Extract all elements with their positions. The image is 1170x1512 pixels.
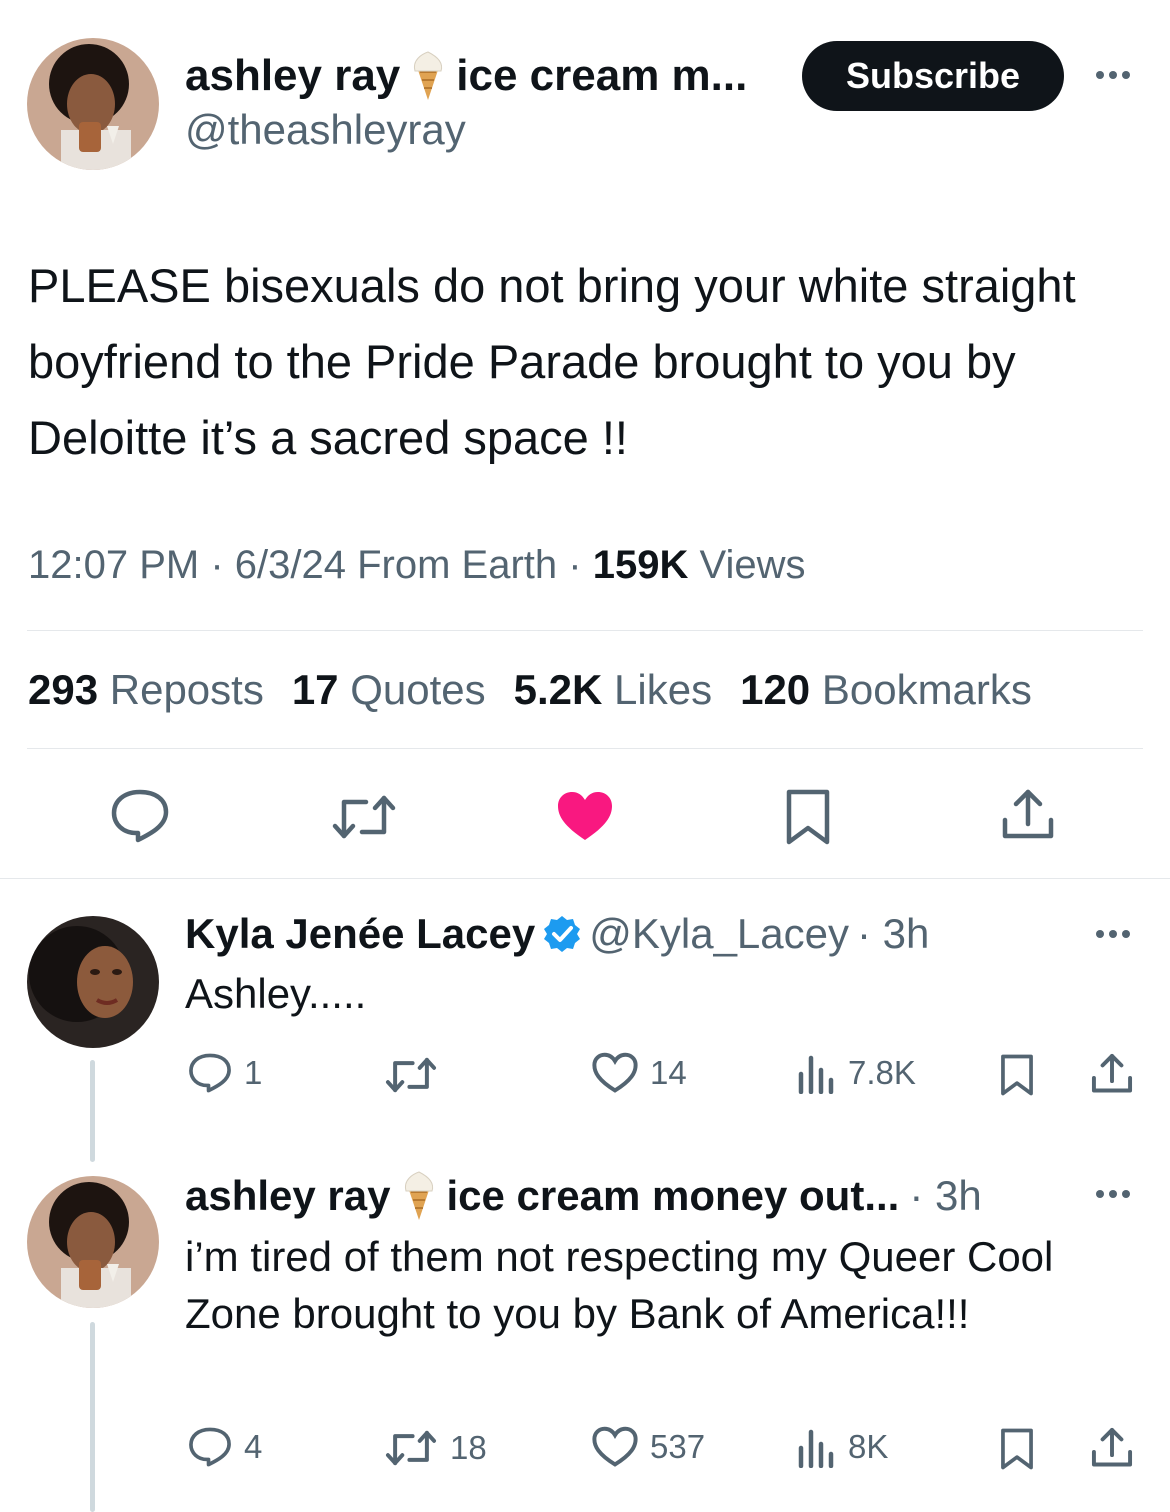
reply-action[interactable]: 1 <box>188 1052 262 1094</box>
subscribe-button[interactable]: Subscribe <box>802 41 1064 111</box>
stat-count: 5.2K <box>513 666 603 713</box>
more-options-icon[interactable] <box>1096 71 1130 79</box>
ice-cream-icon <box>410 50 446 102</box>
share-icon[interactable] <box>1090 1426 1134 1470</box>
stat-label: Likes <box>614 666 713 713</box>
reply-icon[interactable] <box>110 788 170 844</box>
reply-action[interactable]: 4 <box>188 1426 262 1468</box>
more-options-icon[interactable] <box>1096 930 1130 938</box>
reply-icon <box>188 1426 232 1468</box>
reply-author-name[interactable]: Kyla Jenée Lacey <box>185 910 535 958</box>
reply-time[interactable]: · 3h <box>909 1172 981 1220</box>
like-count: 14 <box>650 1054 687 1091</box>
divider <box>27 630 1143 631</box>
reply-text: i’m tired of them not respecting my Quee… <box>185 1233 1054 1337</box>
section-divider <box>0 878 1170 879</box>
reply-count: 4 <box>244 1428 263 1465</box>
share-icon[interactable] <box>1000 788 1056 842</box>
views-action[interactable]: 7.8K <box>796 1052 916 1094</box>
views-label: Views <box>699 543 806 587</box>
stat-count: 120 <box>740 666 811 713</box>
reply-author-handle[interactable]: @Kyla_Lacey <box>589 910 849 958</box>
author-name[interactable]: ashley ray ice cream m... <box>185 50 747 102</box>
separator-dot: · <box>568 543 582 587</box>
views-action[interactable]: 8K <box>796 1426 888 1468</box>
reply-time[interactable]: · 3h <box>857 910 929 958</box>
tweet-text: PLEASE bisexuals do not bring your white… <box>28 259 1076 464</box>
share-icon[interactable] <box>1090 1052 1134 1096</box>
views-count: 8K <box>848 1428 889 1465</box>
like-action[interactable]: 14 <box>592 1052 687 1094</box>
analytics-icon <box>796 1426 836 1468</box>
repost-icon <box>384 1055 438 1095</box>
reply-header: ashley ray ice cream money out... · 3h <box>185 1170 982 1222</box>
stat-quotes[interactable]: 17 Quotes <box>292 666 486 714</box>
heart-icon <box>592 1426 638 1468</box>
repost-count: 18 <box>450 1429 487 1466</box>
analytics-icon <box>796 1052 836 1094</box>
bookmark-icon[interactable] <box>1000 1052 1034 1098</box>
tweet-date-place: 6/3/24 From Earth <box>234 543 558 587</box>
reply-header: Kyla Jenée Lacey @Kyla_Lacey · 3h <box>185 910 929 958</box>
stat-bookmarks[interactable]: 120 Bookmarks <box>740 666 1032 714</box>
heart-icon <box>592 1052 638 1094</box>
thread-line <box>90 1322 95 1512</box>
reply-author-name[interactable]: ashley ray <box>185 1172 391 1220</box>
reply-text: Ashley..... <box>185 970 367 1017</box>
bookmark-icon[interactable] <box>1000 1426 1034 1472</box>
views-count: 7.8K <box>848 1054 916 1091</box>
repost-action[interactable]: 18 <box>384 1428 487 1468</box>
stat-label: Quotes <box>350 666 486 713</box>
repost-icon <box>384 1428 438 1468</box>
stat-likes[interactable]: 5.2K Likes <box>514 666 712 714</box>
verified-badge-icon <box>543 915 581 953</box>
stat-label: Bookmarks <box>821 666 1032 713</box>
separator-dot: · <box>210 543 224 587</box>
divider <box>27 748 1143 749</box>
reply-avatar[interactable] <box>27 1176 159 1308</box>
more-options-icon[interactable] <box>1096 1190 1130 1198</box>
author-handle[interactable]: @theashleyray <box>185 106 466 154</box>
heart-filled-icon[interactable] <box>556 790 614 842</box>
thread-line <box>90 1060 95 1162</box>
reply-avatar[interactable] <box>27 916 159 1048</box>
ice-cream-icon <box>401 1170 437 1222</box>
like-count: 537 <box>650 1428 706 1465</box>
engagement-stats: 293 Reposts 17 Quotes 5.2K Likes 120 Boo… <box>28 666 1032 714</box>
reply-count: 1 <box>244 1054 263 1091</box>
reply-icon <box>188 1052 232 1094</box>
bookmark-icon[interactable] <box>785 788 831 846</box>
like-action[interactable]: 537 <box>592 1426 705 1468</box>
tweet-time[interactable]: 12:07 PM <box>28 543 199 587</box>
views-count: 159K <box>592 543 689 587</box>
author-name-text: ashley ray <box>185 51 401 100</box>
author-avatar[interactable] <box>27 38 159 170</box>
stat-label: Reposts <box>109 666 264 713</box>
reply-author-name-suffix[interactable]: ice cream money out... <box>447 1172 900 1220</box>
stat-count: 293 <box>28 666 99 713</box>
repost-action[interactable] <box>384 1055 450 1095</box>
author-name-suffix: ice cream m... <box>456 51 748 100</box>
repost-icon[interactable] <box>330 792 398 842</box>
stat-reposts[interactable]: 293 Reposts <box>28 666 264 714</box>
stat-count: 17 <box>291 666 339 713</box>
tweet-meta: 12:07 PM · 6/3/24 From Earth · 159K View… <box>28 543 805 588</box>
